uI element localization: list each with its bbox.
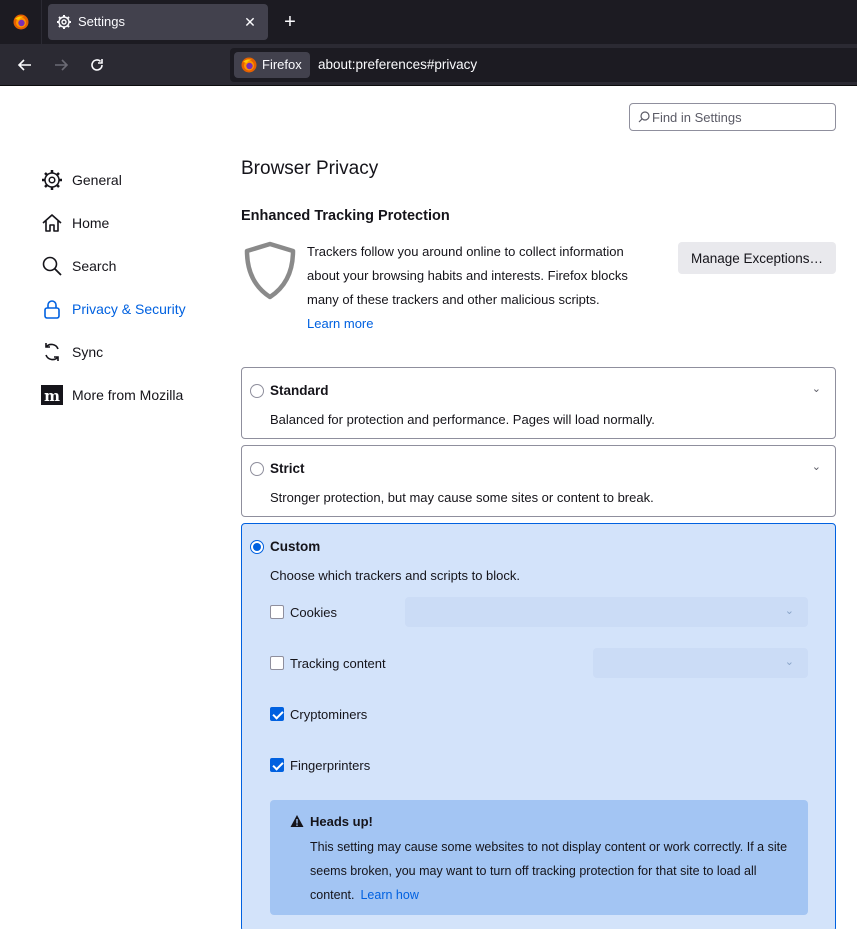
warning-box: Heads up! This setting may cause some we…: [270, 800, 808, 915]
tracking-content-checkbox[interactable]: [270, 656, 284, 670]
custom-item-tracking-content[interactable]: Tracking content ⌄: [270, 648, 810, 678]
reload-button[interactable]: [85, 53, 109, 77]
back-arrow-icon: [17, 59, 31, 71]
shield-icon: [244, 241, 296, 300]
tab-title: Settings: [78, 14, 125, 29]
find-in-settings[interactable]: [629, 103, 836, 131]
preferences-page: General Home Search: [0, 86, 857, 929]
option-custom[interactable]: Custom Choose which trackers and scripts…: [241, 523, 836, 929]
svg-text:m: m: [44, 387, 60, 405]
fingerprinters-checkbox[interactable]: [270, 758, 284, 772]
chevron-down-icon[interactable]: ⌄: [812, 382, 821, 395]
identity-label: Firefox: [262, 57, 302, 72]
category-sidebar: General Home Search Privacy & Security S…: [40, 158, 220, 416]
sidebar-item-home[interactable]: Home: [40, 201, 220, 244]
option-description: Stronger protection, but may cause some …: [270, 490, 654, 505]
lock-icon: [40, 297, 64, 321]
sidebar-item-label: More from Mozilla: [72, 386, 184, 403]
chevron-down-icon: ⌄: [784, 656, 794, 668]
etp-heading: Enhanced Tracking Protection: [241, 208, 450, 224]
tab-bar: Settings ✕ +: [0, 0, 857, 44]
firefox-logo-icon: [13, 14, 29, 30]
home-icon: [40, 211, 64, 235]
sidebar-item-label: Home: [72, 214, 110, 231]
search-icon: [638, 111, 650, 123]
learn-how-link[interactable]: Learn how: [360, 888, 418, 902]
gear-icon: [40, 168, 64, 192]
option-title: Custom: [270, 539, 321, 554]
learn-more-link[interactable]: Learn more: [307, 316, 373, 331]
cookies-select[interactable]: ⌄: [405, 597, 808, 627]
option-description: Balanced for protection and performance.…: [270, 412, 655, 427]
custom-item-cryptominers[interactable]: Cryptominers: [270, 706, 810, 726]
sidebar-item-label: Search: [72, 257, 117, 274]
new-tab-button[interactable]: +: [280, 12, 300, 32]
option-description: Choose which trackers and scripts to blo…: [270, 568, 520, 583]
firefox-view-button[interactable]: [0, 0, 42, 44]
etp-description: Trackers follow you around online to col…: [307, 240, 647, 336]
sidebar-item-label: Privacy & Security: [72, 300, 186, 317]
warning-body: This setting may cause some websites to …: [310, 835, 795, 907]
strict-radio[interactable]: [250, 462, 264, 476]
etp-description-text: Trackers follow you around online to col…: [307, 244, 628, 307]
url-bar[interactable]: Firefox about:preferences#privacy: [230, 48, 857, 82]
tracking-content-select[interactable]: ⌄: [593, 648, 808, 678]
option-standard[interactable]: Standard ⌄ Balanced for protection and p…: [241, 367, 836, 439]
close-tab-icon[interactable]: ✕: [240, 12, 260, 32]
checkbox-label: Fingerprinters: [290, 758, 371, 773]
gear-icon: [57, 15, 71, 29]
sidebar-item-general[interactable]: General: [40, 158, 220, 201]
warning-title: Heads up!: [310, 814, 373, 829]
forward-button[interactable]: [49, 53, 73, 77]
chevron-down-icon: ⌄: [784, 605, 794, 617]
checkbox-label: Tracking content: [290, 656, 386, 671]
sidebar-item-label: Sync: [72, 343, 104, 360]
cryptominers-checkbox[interactable]: [270, 707, 284, 721]
sidebar-item-search[interactable]: Search: [40, 244, 220, 287]
option-title: Strict: [270, 461, 305, 476]
sidebar-item-sync[interactable]: Sync: [40, 330, 220, 373]
custom-radio[interactable]: [250, 540, 264, 554]
url-text[interactable]: about:preferences#privacy: [318, 57, 477, 72]
sync-icon: [40, 340, 64, 364]
chevron-down-icon[interactable]: ⌄: [812, 460, 821, 473]
warning-icon: [290, 815, 304, 827]
mozilla-icon: m: [40, 383, 64, 407]
option-strict[interactable]: Strict ⌄ Stronger protection, but may ca…: [241, 445, 836, 517]
firefox-logo-icon: [241, 57, 257, 73]
etp-description-row: Trackers follow you around online to col…: [241, 240, 836, 340]
search-icon: [40, 254, 64, 278]
cookies-checkbox[interactable]: [270, 605, 284, 619]
manage-exceptions-button[interactable]: Manage Exceptions…: [678, 242, 836, 274]
sidebar-item-more-from-mozilla[interactable]: m More from Mozilla: [40, 373, 220, 416]
identity-box[interactable]: Firefox: [234, 52, 310, 78]
privacy-main-pane: Browser Privacy Enhanced Tracking Protec…: [241, 158, 836, 929]
custom-item-cookies[interactable]: Cookies ⌄: [270, 597, 810, 627]
page-title: Browser Privacy: [241, 158, 379, 179]
back-button[interactable]: [13, 53, 37, 77]
checkbox-label: Cryptominers: [290, 707, 368, 722]
reload-icon: [91, 59, 103, 71]
sidebar-item-label: General: [72, 171, 122, 188]
forward-arrow-icon: [55, 59, 69, 71]
sidebar-item-privacy[interactable]: Privacy & Security: [40, 287, 220, 330]
tab-settings[interactable]: Settings ✕: [48, 4, 268, 40]
option-title: Standard: [270, 383, 329, 398]
navigation-toolbar: Firefox about:preferences#privacy: [0, 44, 857, 86]
standard-radio[interactable]: [250, 384, 264, 398]
custom-item-fingerprinters[interactable]: Fingerprinters: [270, 757, 810, 777]
checkbox-label: Cookies: [290, 605, 337, 620]
search-input[interactable]: [652, 108, 830, 126]
